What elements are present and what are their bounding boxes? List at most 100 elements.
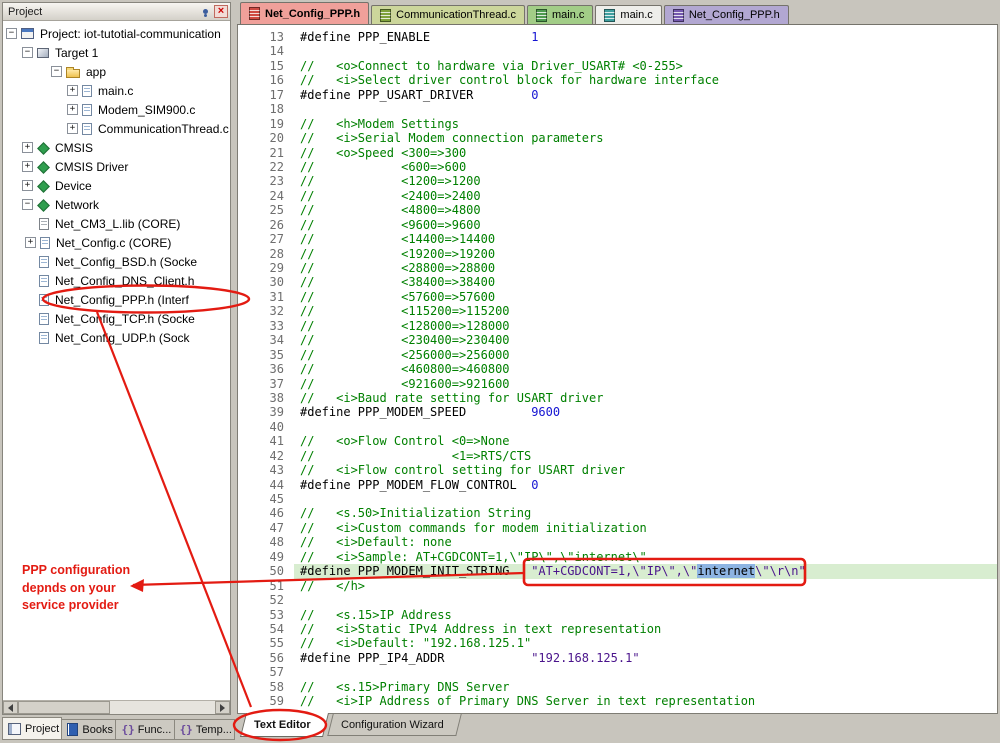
tree-item-project-iot-tutotial-communication[interactable]: −Project: iot-tutotial-communication xyxy=(3,24,230,43)
tree-item-net-config-c-core[interactable]: +Net_Config.c (CORE) xyxy=(3,233,230,252)
tree-item-net-config-bsd-h-socke[interactable]: Net_Config_BSD.h (Socke xyxy=(3,252,230,271)
expand-icon[interactable]: + xyxy=(67,123,78,134)
close-icon[interactable] xyxy=(214,5,228,18)
scroll-right-button[interactable] xyxy=(215,701,230,714)
code-line-41[interactable]: 41// <o>Flow Control <0=>None xyxy=(238,434,997,448)
code-line-43[interactable]: 43// <i>Flow control setting for USART d… xyxy=(238,463,997,477)
tree-item-main-c[interactable]: +main.c xyxy=(3,81,230,100)
code-line-59[interactable]: 59// <i>IP Address of Primary DNS Server… xyxy=(238,694,997,708)
tree-item-net-config-dns-client-h[interactable]: Net_Config_DNS_Client.h xyxy=(3,271,230,290)
code-line-36[interactable]: 36// <460800=>460800 xyxy=(238,362,997,376)
code-line-55[interactable]: 55// <i>Default: "192.168.125.1" xyxy=(238,636,997,650)
mode-tab-text-editor[interactable]: Text Editor xyxy=(240,713,329,737)
code-line-39[interactable]: 39#define PPP_MODEM_SPEED 9600 xyxy=(238,405,997,419)
code-line-18[interactable]: 18 xyxy=(238,102,997,116)
workspace-tab-func[interactable]: Func... xyxy=(116,719,174,740)
code-line-14[interactable]: 14 xyxy=(238,44,997,58)
expand-icon[interactable]: + xyxy=(22,161,33,172)
pin-icon[interactable] xyxy=(198,5,212,18)
code-line-57[interactable]: 57 xyxy=(238,665,997,679)
tree-item-target-1[interactable]: −Target 1 xyxy=(3,43,230,62)
code-line-56[interactable]: 56#define PPP_IP4_ADDR "192.168.125.1" xyxy=(238,651,997,665)
code-line-23[interactable]: 23// <1200=>1200 xyxy=(238,174,997,188)
scroll-left-button[interactable] xyxy=(3,701,18,714)
workspace-tab-books[interactable]: Books xyxy=(62,719,116,740)
collapse-icon[interactable]: − xyxy=(6,28,17,39)
code-line-40[interactable]: 40 xyxy=(238,420,997,434)
code-line-29[interactable]: 29// <28800=>28800 xyxy=(238,261,997,275)
code-text xyxy=(294,492,997,506)
collapse-icon[interactable]: − xyxy=(51,66,62,77)
code-line-17[interactable]: 17#define PPP_USART_DRIVER 0 xyxy=(238,88,997,102)
file-icon xyxy=(82,123,92,135)
expand-icon[interactable]: + xyxy=(67,104,78,115)
code-line-22[interactable]: 22// <600=>600 xyxy=(238,160,997,174)
tree-item-net-config-udp-h-sock[interactable]: Net_Config_UDP.h (Sock xyxy=(3,328,230,347)
line-number: 15 xyxy=(238,59,294,73)
tab-main-c[interactable]: main.c xyxy=(595,5,661,24)
file-icon xyxy=(39,275,49,287)
code-line-44[interactable]: 44#define PPP_MODEM_FLOW_CONTROL 0 xyxy=(238,478,997,492)
code-line-21[interactable]: 21// <o>Speed <300=>300 xyxy=(238,146,997,160)
code-line-52[interactable]: 52 xyxy=(238,593,997,607)
scroll-thumb[interactable] xyxy=(18,701,110,714)
code-line-51[interactable]: 51// </h> xyxy=(238,579,997,593)
code-line-34[interactable]: 34// <230400=>230400 xyxy=(238,333,997,347)
code-line-33[interactable]: 33// <128000=>128000 xyxy=(238,319,997,333)
code-line-30[interactable]: 30// <38400=>38400 xyxy=(238,275,997,289)
line-number: 58 xyxy=(238,680,294,694)
code-line-32[interactable]: 32// <115200=>115200 xyxy=(238,304,997,318)
tree-item-network[interactable]: −Network xyxy=(3,195,230,214)
code-line-48[interactable]: 48// <i>Default: none xyxy=(238,535,997,549)
expand-icon[interactable]: + xyxy=(67,85,78,96)
tree-item-communicationthread-c[interactable]: +CommunicationThread.c xyxy=(3,119,230,138)
editor-area: Net_Config_PPP.hCommunicationThread.cmai… xyxy=(237,2,998,741)
tab-label: Net_Config_PPP.h xyxy=(689,9,780,21)
tab-main-c[interactable]: main.c xyxy=(527,5,593,24)
tree-item-app[interactable]: −app xyxy=(3,62,230,81)
code-line-20[interactable]: 20// <i>Serial Modem connection paramete… xyxy=(238,131,997,145)
code-line-53[interactable]: 53// <s.15>IP Address xyxy=(238,608,997,622)
workspace-tab-project[interactable]: Project xyxy=(2,717,62,740)
tree-item-modem-sim900-c[interactable]: +Modem_SIM900.c xyxy=(3,100,230,119)
tree-item-net-config-ppp-h-interf[interactable]: Net_Config_PPP.h (Interf xyxy=(3,290,230,309)
code-line-24[interactable]: 24// <2400=>2400 xyxy=(238,189,997,203)
code-line-45[interactable]: 45 xyxy=(238,492,997,506)
code-line-42[interactable]: 42// <1=>RTS/CTS xyxy=(238,449,997,463)
tab-communicationthread-c[interactable]: CommunicationThread.c xyxy=(371,5,525,24)
code-line-16[interactable]: 16// <i>Select driver control block for … xyxy=(238,73,997,87)
expand-icon[interactable]: + xyxy=(22,180,33,191)
collapse-icon[interactable]: − xyxy=(22,199,33,210)
code-line-28[interactable]: 28// <19200=>19200 xyxy=(238,247,997,261)
code-line-13[interactable]: 13#define PPP_ENABLE 1 xyxy=(238,30,997,44)
tree-item-cmsis[interactable]: +CMSIS xyxy=(3,138,230,157)
tab-net-config-ppp-h[interactable]: Net_Config_PPP.h xyxy=(240,2,369,24)
tab-net-config-ppp-h[interactable]: Net_Config_PPP.h xyxy=(664,5,789,24)
code-line-31[interactable]: 31// <57600=>57600 xyxy=(238,290,997,304)
code-line-35[interactable]: 35// <256000=>256000 xyxy=(238,348,997,362)
code-line-49[interactable]: 49// <i>Sample: AT+CGDCONT=1,\"IP\",\"in… xyxy=(238,550,997,564)
tree-item-net-cm3-l-lib-core[interactable]: Net_CM3_L.lib (CORE) xyxy=(3,214,230,233)
tree-item-device[interactable]: +Device xyxy=(3,176,230,195)
diamond-icon xyxy=(37,161,49,173)
code-line-38[interactable]: 38// <i>Baud rate setting for USART driv… xyxy=(238,391,997,405)
code-line-54[interactable]: 54// <i>Static IPv4 Address in text repr… xyxy=(238,622,997,636)
tree-item-cmsis-driver[interactable]: +CMSIS Driver xyxy=(3,157,230,176)
tree-item-net-config-tcp-h-socke[interactable]: Net_Config_TCP.h (Socke xyxy=(3,309,230,328)
code-line-26[interactable]: 26// <9600=>9600 xyxy=(238,218,997,232)
code-line-58[interactable]: 58// <s.15>Primary DNS Server xyxy=(238,680,997,694)
code-line-50[interactable]: 50#define PPP_MODEM_INIT_STRING "AT+CGDC… xyxy=(238,564,997,578)
collapse-icon[interactable]: − xyxy=(22,47,33,58)
code-line-25[interactable]: 25// <4800=>4800 xyxy=(238,203,997,217)
code-line-19[interactable]: 19// <h>Modem Settings xyxy=(238,117,997,131)
code-line-27[interactable]: 27// <14400=>14400 xyxy=(238,232,997,246)
workspace-tab-temp[interactable]: Temp... xyxy=(175,719,235,740)
code-line-15[interactable]: 15// <o>Connect to hardware via Driver_U… xyxy=(238,59,997,73)
expand-icon[interactable]: + xyxy=(22,142,33,153)
code-line-47[interactable]: 47// <i>Custom commands for modem initia… xyxy=(238,521,997,535)
code-editor[interactable]: 13#define PPP_ENABLE 11415// <o>Connect … xyxy=(237,25,998,714)
mode-tab-configuration-wizard[interactable]: Configuration Wizard xyxy=(327,714,461,736)
code-line-46[interactable]: 46// <s.50>Initialization String xyxy=(238,506,997,520)
expand-icon[interactable]: + xyxy=(25,237,36,248)
code-line-37[interactable]: 37// <921600=>921600 xyxy=(238,377,997,391)
